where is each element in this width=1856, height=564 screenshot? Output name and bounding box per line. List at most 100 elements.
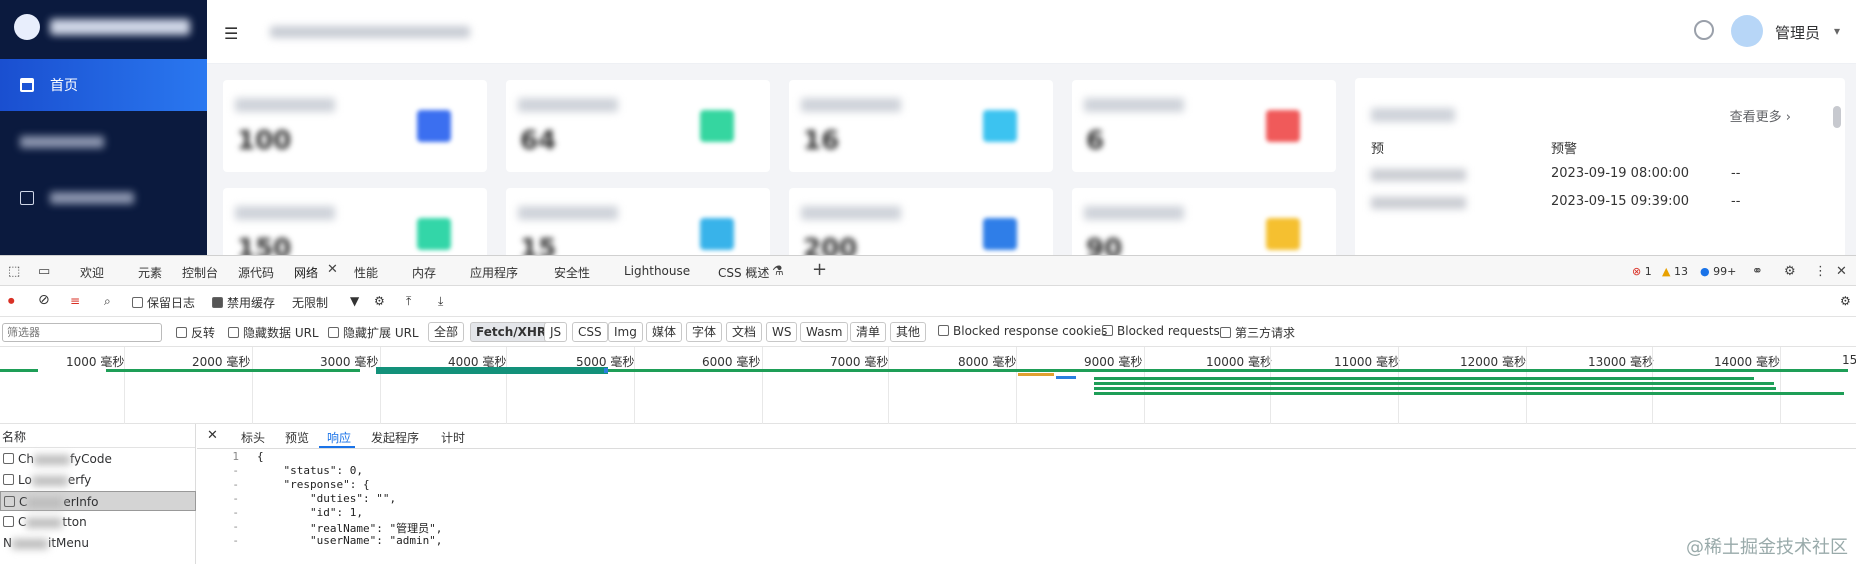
sidebar-item-2[interactable] bbox=[0, 116, 207, 168]
filter-chip-img[interactable]: Img bbox=[608, 322, 643, 342]
import-icon[interactable]: ⤒ bbox=[406, 294, 411, 309]
request-row[interactable]: Lo erfy bbox=[0, 470, 196, 490]
tab-response[interactable]: 响应 bbox=[327, 429, 351, 446]
stat-card: 16 bbox=[789, 80, 1053, 172]
info-icon: ● bbox=[1700, 265, 1710, 278]
tab-preview[interactable]: 预览 bbox=[285, 429, 309, 446]
disable-cache-checkbox[interactable]: 禁用缓存 bbox=[212, 294, 275, 311]
preserve-log-checkbox[interactable]: 保留日志 bbox=[132, 294, 195, 311]
record-icon[interactable]: ⏺ bbox=[8, 294, 15, 309]
tab-network[interactable]: 网络 bbox=[294, 264, 318, 281]
request-row[interactable]: Ctton bbox=[0, 512, 196, 532]
throttle-select[interactable]: 无限制 bbox=[292, 294, 328, 311]
tab-welcome[interactable]: 欢迎 bbox=[80, 264, 104, 281]
third-party-checkbox[interactable]: 第三方请求 bbox=[1220, 324, 1295, 341]
timeline-tick: 11000 毫秒 bbox=[1334, 355, 1400, 369]
tab-timing[interactable]: 计时 bbox=[441, 429, 465, 446]
chevron-down-icon[interactable]: ▼ bbox=[350, 294, 359, 308]
tab-sources[interactable]: 源代码 bbox=[238, 264, 274, 281]
close-devtools-icon[interactable]: ✕ bbox=[1836, 264, 1847, 279]
connection-icon[interactable]: ⚭ bbox=[1752, 264, 1763, 279]
avatar[interactable] bbox=[1731, 15, 1763, 47]
filter-chip-ws[interactable]: WS bbox=[766, 322, 798, 342]
request-name-suffix: tton bbox=[62, 515, 87, 529]
add-tab-icon[interactable]: + bbox=[812, 259, 827, 280]
tab-memory[interactable]: 内存 bbox=[412, 264, 436, 281]
scrollbar[interactable] bbox=[1833, 86, 1841, 255]
stat-card-title bbox=[801, 206, 901, 220]
stat-card-icon bbox=[700, 218, 734, 250]
warning-count[interactable]: ▲ 13 bbox=[1662, 265, 1688, 278]
stat-card-number: 90 bbox=[1086, 234, 1123, 255]
search-icon[interactable]: ⌕ bbox=[104, 294, 111, 309]
filter-chip-doc[interactable]: 文档 bbox=[726, 322, 763, 342]
tab-elements[interactable]: 元素 bbox=[138, 264, 162, 281]
timeline-bar bbox=[376, 367, 608, 374]
filter-input[interactable] bbox=[2, 323, 162, 342]
device-toolbar-icon[interactable]: ▭ bbox=[38, 264, 50, 279]
gear-icon[interactable]: ⚙ bbox=[1784, 264, 1796, 279]
network-conditions-icon[interactable]: ⚙ bbox=[374, 294, 385, 308]
timeline-gridline bbox=[1398, 347, 1399, 424]
info-count[interactable]: ● 99+ bbox=[1700, 265, 1736, 278]
tab-console[interactable]: 控制台 bbox=[182, 264, 218, 281]
filter-chip-font[interactable]: 字体 bbox=[686, 322, 723, 342]
checkbox-icon bbox=[132, 297, 143, 308]
sidebar-item-3[interactable] bbox=[0, 172, 207, 224]
filter-chip-fetch-xhr[interactable]: Fetch/XHR bbox=[470, 322, 553, 342]
blocked-cookies-checkbox[interactable]: Blocked response cookies bbox=[938, 324, 1107, 338]
menu-fold-icon[interactable]: ☰ bbox=[224, 24, 238, 43]
tab-application[interactable]: 应用程序 bbox=[470, 264, 518, 281]
tab-css-overview[interactable]: CSS 概述 bbox=[718, 264, 769, 281]
user-name[interactable]: 管理员 bbox=[1775, 22, 1820, 43]
line-number: - bbox=[232, 520, 239, 533]
filter-chip-wasm[interactable]: Wasm bbox=[800, 322, 849, 342]
chevron-down-icon[interactable]: ▾ bbox=[1834, 24, 1840, 38]
filter-chip-all[interactable]: 全部 bbox=[428, 322, 465, 342]
inspect-icon[interactable]: ⬚ bbox=[8, 264, 20, 279]
sidebar-item-home[interactable]: 首页 bbox=[0, 59, 207, 111]
tab-performance[interactable]: 性能 bbox=[354, 264, 378, 281]
breadcrumb bbox=[270, 26, 470, 38]
network-timeline[interactable]: 1000 毫秒 2000 毫秒 3000 毫秒 4000 毫秒 5000 毫秒 … bbox=[0, 347, 1856, 424]
clear-icon[interactable]: ⊘ bbox=[38, 292, 50, 308]
close-icon[interactable]: ✕ bbox=[207, 428, 218, 443]
sidebar-item-label: 首页 bbox=[50, 78, 78, 94]
filter-chip-css[interactable]: CSS bbox=[572, 322, 608, 342]
export-icon[interactable]: ⤓ bbox=[438, 294, 443, 309]
filter-chip-other[interactable]: 其他 bbox=[890, 322, 927, 342]
view-more-link[interactable]: 查看更多 › bbox=[1730, 106, 1791, 125]
blocked-requests-checkbox[interactable]: Blocked requests bbox=[1102, 324, 1220, 338]
request-row[interactable]: Ch fyCode bbox=[0, 449, 196, 469]
tab-headers[interactable]: 标头 bbox=[241, 429, 265, 446]
more-menu-icon[interactable]: ⋮ bbox=[1814, 264, 1827, 279]
scrollbar-thumb[interactable] bbox=[1833, 106, 1841, 128]
stat-card-number: 100 bbox=[237, 126, 292, 156]
settings-icon[interactable]: ⚙ bbox=[1840, 294, 1851, 308]
warning-count-value: 13 bbox=[1673, 265, 1688, 278]
alert-table-card: 查看更多 › 预 预警 2023-09-19 08:00:00 -- 2023-… bbox=[1355, 78, 1845, 255]
tab-security[interactable]: 安全性 bbox=[554, 264, 590, 281]
stat-card: 200 bbox=[789, 188, 1053, 255]
stat-card-title bbox=[801, 98, 901, 112]
request-row[interactable]: NitMenu bbox=[0, 533, 196, 553]
timeline-gridline bbox=[1652, 347, 1653, 424]
stat-card: 15 bbox=[506, 188, 770, 255]
filter-chip-manifest[interactable]: 清单 bbox=[850, 322, 887, 342]
request-row-selected[interactable]: CerInfo bbox=[0, 491, 196, 511]
hide-ext-urls-checkbox[interactable]: 隐藏扩展 URL bbox=[328, 324, 419, 341]
filter-chip-media[interactable]: 媒体 bbox=[646, 322, 683, 342]
error-count[interactable]: ⊗ 1 bbox=[1632, 265, 1652, 278]
tab-initiator[interactable]: 发起程序 bbox=[371, 429, 419, 446]
timeline-tick: 2000 毫秒 bbox=[192, 355, 251, 369]
power-icon[interactable] bbox=[1694, 20, 1714, 40]
request-list-header[interactable]: 名称 bbox=[0, 424, 195, 448]
filter-chip-js[interactable]: JS bbox=[544, 322, 568, 342]
invert-checkbox[interactable]: 反转 bbox=[176, 324, 215, 341]
dashboard-content: 100 64 16 6 150 15 200 90 查看更多 › 预 预警 20… bbox=[207, 64, 1856, 255]
filter-icon[interactable]: ≡ bbox=[70, 294, 80, 308]
hide-data-urls-checkbox[interactable]: 隐藏数据 URL bbox=[228, 324, 319, 341]
close-icon[interactable]: ✕ bbox=[327, 262, 338, 277]
tab-lighthouse[interactable]: Lighthouse bbox=[624, 264, 690, 278]
hide-data-urls-label: 隐藏数据 URL bbox=[243, 326, 319, 340]
